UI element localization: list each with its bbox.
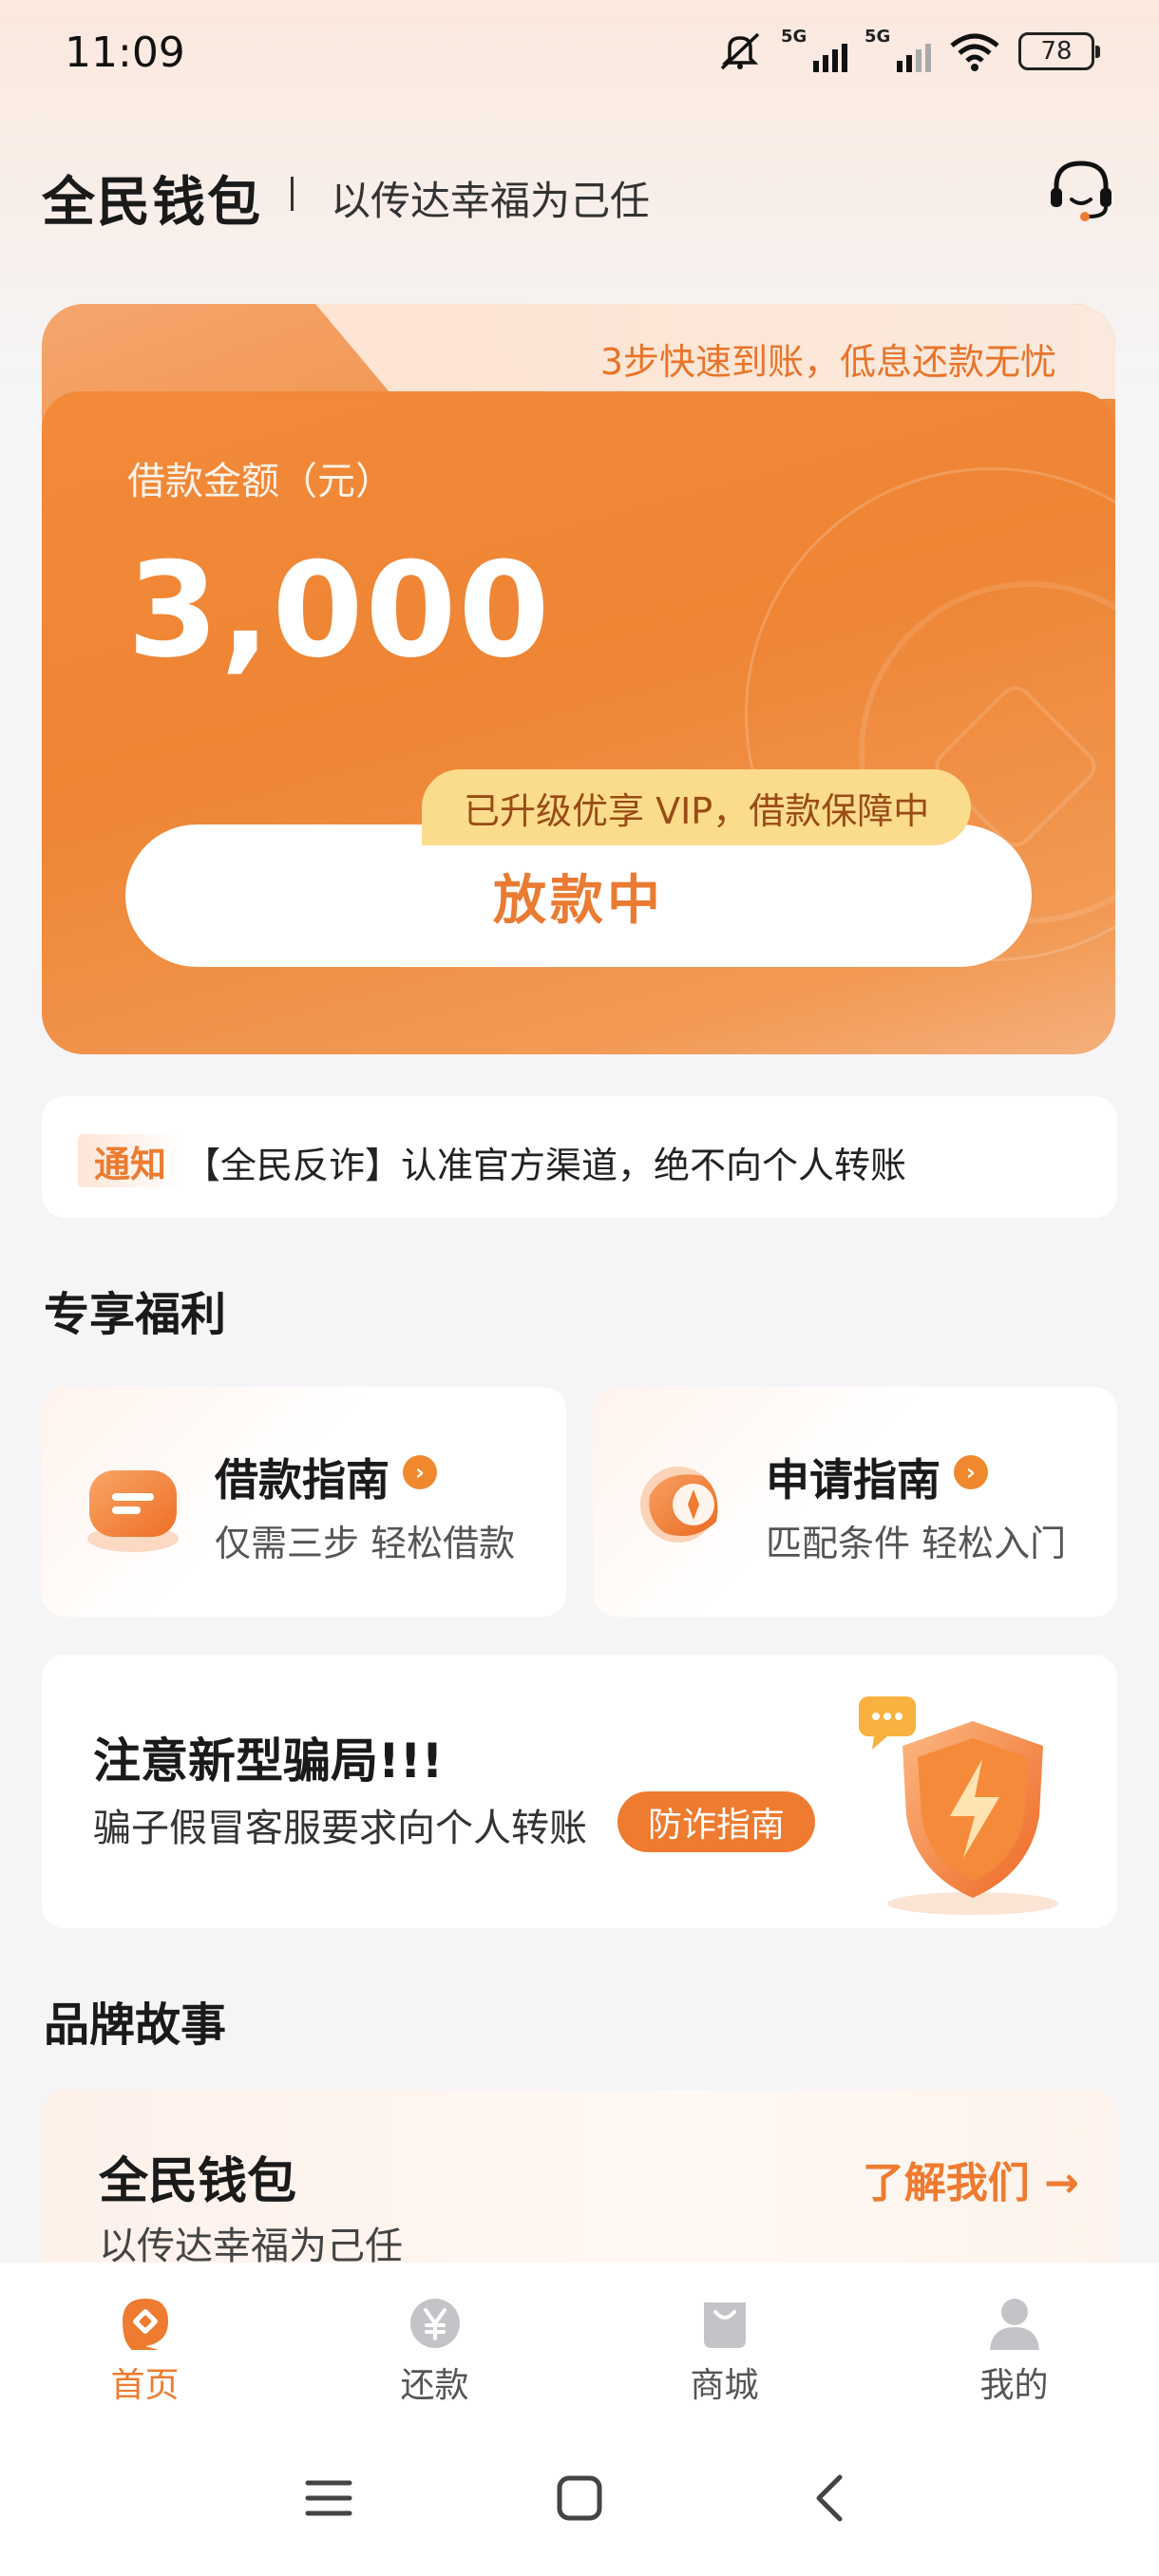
loan-guide-title: 借款指南: [215, 1454, 390, 1506]
profile-icon: [989, 2299, 1039, 2350]
signal-icon: 5G: [781, 27, 847, 72]
loan-amount: 3,000: [127, 534, 552, 687]
tab-mine[interactable]: 我的: [869, 2263, 1159, 2415]
apply-guide-card[interactable]: 申请指南 › 匹配条件 轻松入门: [593, 1387, 1117, 1617]
anti-fraud-guide-button[interactable]: 防诈指南: [618, 1791, 816, 1852]
loan-guide-subtitle: 仅需三步 轻松借款: [215, 1523, 516, 1564]
about-us-link[interactable]: 了解我们 →: [863, 2149, 1079, 2209]
menu-icon[interactable]: [300, 2470, 357, 2527]
back-icon[interactable]: [802, 2470, 859, 2527]
app-header: 全民钱包 以传达幸福为己任: [42, 152, 1117, 234]
tab-home-label: 首页: [110, 2366, 180, 2405]
system-nav-bar: [0, 2415, 1159, 2576]
loan-status-button[interactable]: 放款中: [125, 824, 1032, 967]
battery-level: 78: [1040, 37, 1073, 66]
anti-fraud-banner[interactable]: 注意新型骗局!!! 骗子假冒客服要求向个人转账 防诈指南: [42, 1655, 1117, 1928]
yen-icon: [409, 2299, 460, 2348]
notice-text: 【全民反诈】认准官方渠道，绝不向个人转账: [184, 1145, 907, 1186]
apply-guide-subtitle: 匹配条件 轻松入门: [766, 1523, 1067, 1564]
brand-name: 全民钱包: [42, 172, 262, 234]
header-divider: [291, 177, 294, 211]
status-bar: 11:09 5G 5G 78: [0, 0, 1159, 114]
chevron-right-icon: ›: [954, 1455, 988, 1489]
benefits-title: 专享福利: [44, 1288, 227, 1341]
signal-icon-2: 5G: [864, 27, 931, 72]
mute-icon: [720, 32, 760, 70]
bottom-tab-bar: 首页 还款 商城 我的: [0, 2263, 1159, 2415]
tab-home[interactable]: 首页: [0, 2263, 290, 2415]
headset-icon[interactable]: [1045, 154, 1117, 226]
home-square-icon[interactable]: [551, 2470, 608, 2527]
brand-slogan: 以传达幸福为己任: [331, 178, 651, 224]
tab-repay[interactable]: 还款: [290, 2263, 580, 2415]
fraud-description: 骗子假冒客服要求向个人转账: [93, 1807, 587, 1850]
tab-mall[interactable]: 商城: [580, 2263, 869, 2415]
vip-badge: 已升级优享 VIP，借款保障中: [422, 769, 972, 845]
shield-lightning-icon: [859, 1696, 1058, 1915]
tab-repay-label: 还款: [400, 2366, 469, 2405]
story-brand-name: 全民钱包: [99, 2153, 297, 2210]
fraud-title: 注意新型骗局!!!: [93, 1733, 444, 1789]
promo-tab: 3步快速到账，低息还款无忧: [431, 304, 1115, 399]
vip-badge-text: 已升级优享 VIP，借款保障中: [464, 789, 930, 832]
amount-label: 借款金额（元）: [127, 460, 393, 503]
home-icon: [122, 2299, 168, 2350]
shopping-bag-icon: [703, 2302, 746, 2348]
compass-icon: [640, 1467, 718, 1543]
loan-card: 3步快速到账，低息还款无忧 借款金额（元） 3,000 放款中 已升级优享 VI…: [42, 304, 1115, 1054]
tab-mine-label: 我的: [979, 2366, 1049, 2405]
signal-label-2: 5G: [864, 27, 891, 47]
status-time: 11:09: [65, 28, 185, 77]
signal-label: 5G: [781, 27, 808, 47]
battery-icon: 78: [1018, 32, 1100, 70]
brand-story-title: 品牌故事: [44, 1998, 227, 2052]
loan-guide-card[interactable]: 借款指南 › 仅需三步 轻松借款: [42, 1387, 566, 1617]
loan-card-body: 借款金额（元） 3,000 放款中 已升级优享 VIP，借款保障中: [42, 391, 1115, 1054]
promo-tab-text: 3步快速到账，低息还款无忧: [599, 341, 1056, 383]
tab-mall-label: 商城: [690, 2366, 759, 2405]
wifi-icon: [950, 33, 999, 71]
notice-bar[interactable]: 通知 【全民反诈】认准官方渠道，绝不向个人转账: [42, 1096, 1117, 1218]
notice-tag: 通知: [78, 1134, 182, 1187]
chevron-right-icon: ›: [403, 1455, 437, 1489]
apply-guide-title: 申请指南: [766, 1454, 940, 1506]
status-icons: 5G 5G 78: [716, 27, 1100, 72]
wallet-icon: [87, 1470, 179, 1552]
